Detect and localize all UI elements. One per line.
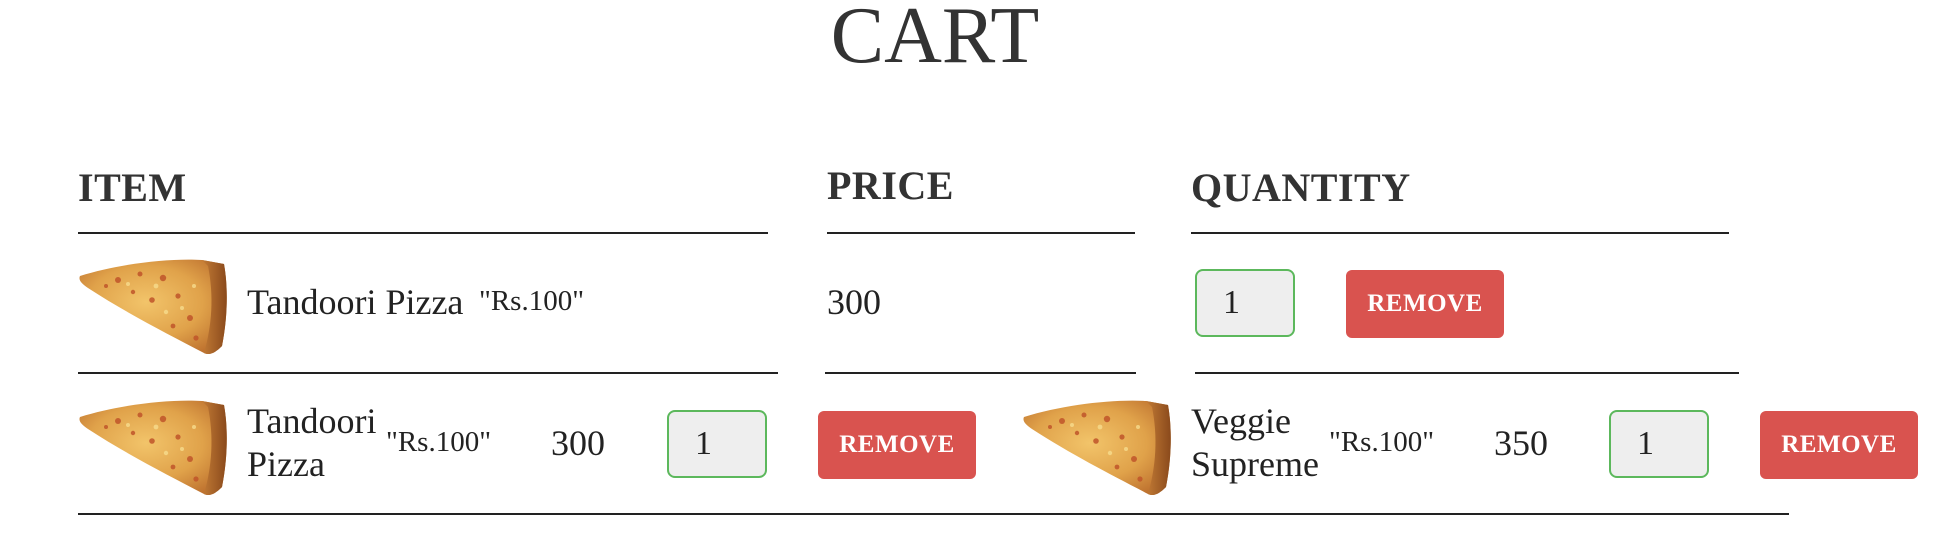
quantity-input[interactable] bbox=[1195, 269, 1295, 337]
item-name-line2: Pizza bbox=[247, 444, 325, 484]
pizza-image-icon bbox=[78, 256, 228, 356]
item-price: 300 bbox=[551, 423, 605, 463]
table-bottom-divider bbox=[78, 513, 1789, 515]
header-item: ITEM bbox=[78, 165, 187, 210]
item-base-price: "Rs.100" bbox=[479, 285, 585, 317]
quantity-input[interactable] bbox=[1609, 410, 1709, 478]
header-divider-item bbox=[78, 232, 768, 234]
header-divider-quantity bbox=[1191, 232, 1729, 234]
item-name: Tandoori Pizza bbox=[247, 282, 464, 322]
quantity-input[interactable] bbox=[667, 410, 767, 478]
item-price: 350 bbox=[1494, 423, 1548, 463]
row-divider bbox=[1195, 372, 1739, 374]
header-price: PRICE bbox=[827, 163, 954, 208]
item-base-price: "Rs.100" bbox=[1329, 426, 1435, 458]
item-base-price: "Rs.100" bbox=[386, 426, 492, 458]
remove-button[interactable]: REMOVE bbox=[818, 411, 976, 479]
item-name-line2: Supreme bbox=[1191, 444, 1319, 484]
item-name-line1: Veggie bbox=[1191, 401, 1291, 441]
pizza-image-icon bbox=[1022, 397, 1172, 497]
header-divider-price bbox=[827, 232, 1135, 234]
header-quantity: QUANTITY bbox=[1191, 165, 1411, 210]
remove-button[interactable]: REMOVE bbox=[1760, 411, 1918, 479]
item-price: 300 bbox=[827, 282, 881, 322]
item-name-line1: Tandoori bbox=[247, 401, 377, 441]
row-divider bbox=[825, 372, 1136, 374]
row-divider bbox=[78, 372, 778, 374]
remove-button[interactable]: REMOVE bbox=[1346, 270, 1504, 338]
page-title: CART bbox=[830, 0, 1040, 80]
pizza-image-icon bbox=[78, 397, 228, 497]
